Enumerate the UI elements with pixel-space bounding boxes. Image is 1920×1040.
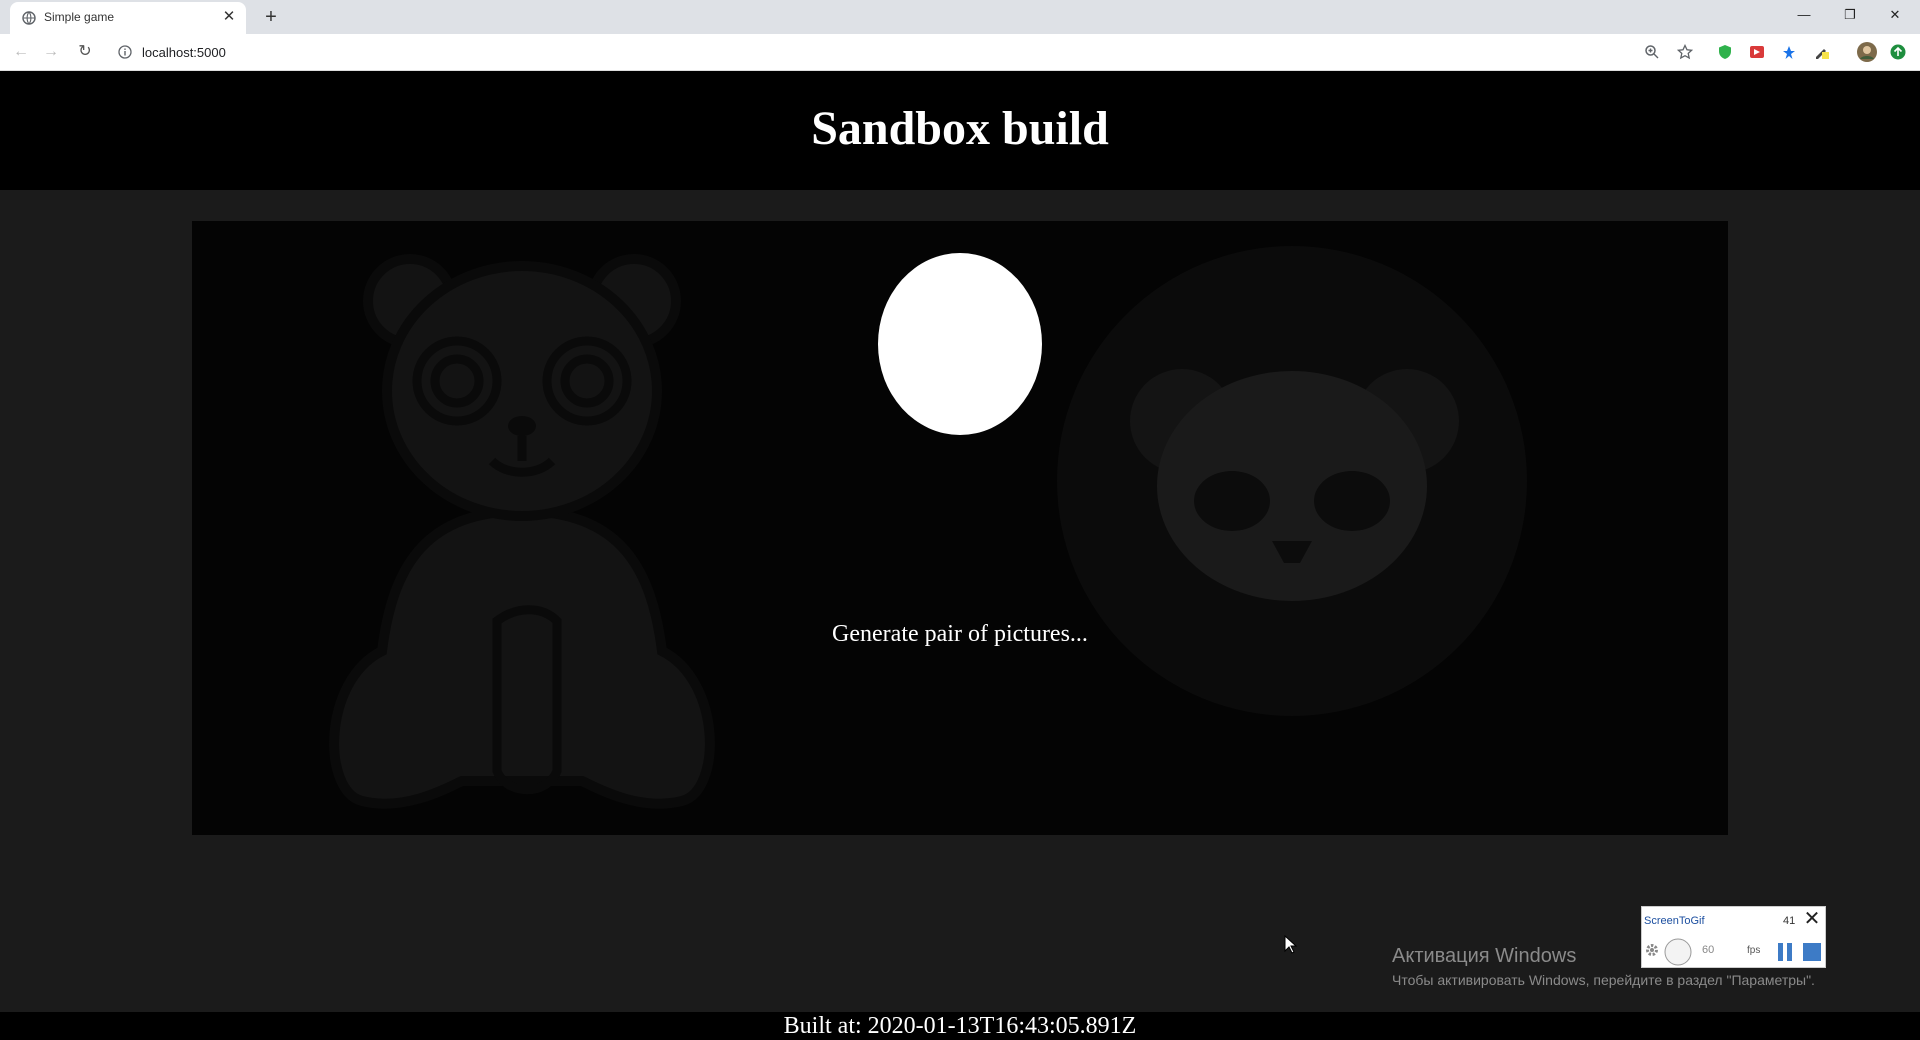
game-stage[interactable]: Generate pair of pictures... [192, 221, 1728, 835]
url-text: localhost:5000 [142, 45, 226, 60]
reload-icon[interactable]: ↻ [73, 40, 97, 64]
status-message: Generate pair of pictures... [832, 621, 1088, 647]
window-close-button[interactable]: ✕ [1872, 0, 1918, 30]
frame-count: 41 [1783, 915, 1796, 927]
extension-icon[interactable] [1813, 44, 1829, 60]
star-icon[interactable] [1677, 44, 1693, 60]
white-circle-shape [878, 253, 1042, 435]
build-timestamp: Built at: 2020-01-13T16:43:05.891Z [783, 1013, 1137, 1039]
restore-button[interactable]: ❐ [1827, 0, 1873, 30]
browser-tab[interactable]: Simple game ✕ [10, 2, 246, 34]
gear-icon[interactable] [1644, 942, 1660, 958]
extension-icon[interactable] [1781, 44, 1797, 60]
update-icon[interactable] [1890, 44, 1906, 60]
profile-icon[interactable] [1857, 42, 1877, 62]
minimize-button[interactable]: — [1781, 0, 1827, 30]
tab-title: Simple game [44, 10, 115, 24]
screentogif-widget: ScreenToGif 41 ✕ 60 fps [1641, 906, 1826, 968]
fps-input[interactable]: 60 [1702, 944, 1742, 956]
zoom-icon[interactable] [1644, 44, 1660, 60]
page-header: Sandbox build [0, 71, 1920, 190]
plus-icon[interactable]: + [258, 4, 284, 30]
stop-icon[interactable] [1802, 942, 1822, 962]
close-icon[interactable]: ✕ [1802, 909, 1822, 929]
cursor-icon [1284, 935, 1298, 954]
screentogif-title: ScreenToGif [1644, 915, 1705, 927]
address-bar[interactable]: localhost:5000 [108, 38, 1708, 66]
page-footer: Built at: 2020-01-13T16:43:05.891Z [0, 1012, 1920, 1040]
fps-label: fps [1747, 945, 1761, 956]
shield-icon[interactable] [1717, 44, 1733, 60]
globe-icon [22, 11, 36, 25]
panda-sitting-image [329, 254, 715, 809]
forward-icon[interactable]: → [39, 40, 63, 64]
browser-tab-bar: Simple game ✕ + — ❐ ✕ [0, 0, 1920, 34]
panda-face-image [1057, 246, 1527, 716]
page-title: Sandbox build [811, 102, 1109, 155]
extension-icon[interactable] [1749, 44, 1765, 60]
browser-toolbar: ← → ↻ localhost:5000 [0, 34, 1920, 71]
activation-text: Чтобы активировать Windows, перейдите в … [1392, 972, 1815, 988]
back-icon[interactable]: ← [9, 40, 33, 64]
pause-icon[interactable] [1776, 942, 1794, 962]
close-icon[interactable]: ✕ [220, 8, 238, 26]
info-icon[interactable] [118, 45, 132, 59]
record-button[interactable] [1664, 938, 1692, 966]
